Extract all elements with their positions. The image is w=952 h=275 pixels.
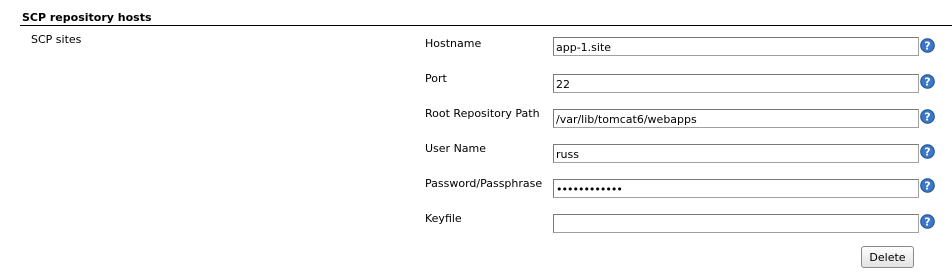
delete-button[interactable]: Delete: [861, 246, 914, 268]
help-icon[interactable]: ?: [920, 144, 935, 159]
password-label: Password/Passphrase: [425, 177, 543, 190]
svg-text:?: ?: [924, 110, 930, 123]
port-label: Port: [425, 72, 447, 85]
scp-sites-label: SCP sites: [31, 33, 82, 46]
hostname-label: Hostname: [425, 37, 482, 50]
help-icon[interactable]: ?: [920, 214, 935, 229]
svg-text:?: ?: [924, 39, 930, 52]
help-icon[interactable]: ?: [920, 178, 935, 193]
help-icon[interactable]: ?: [920, 74, 935, 89]
port-input[interactable]: [553, 74, 919, 93]
svg-text:?: ?: [924, 215, 930, 228]
hostname-input[interactable]: [553, 37, 919, 56]
section-title: SCP repository hosts: [22, 11, 152, 24]
keyfile-label: Keyfile: [425, 212, 462, 225]
password-input[interactable]: [553, 179, 919, 198]
root-repository-path-input[interactable]: [553, 109, 919, 128]
user-name-input[interactable]: [553, 144, 919, 163]
help-icon[interactable]: ?: [920, 109, 935, 124]
section-divider: [20, 25, 952, 26]
help-icon[interactable]: ?: [920, 38, 935, 53]
svg-text:?: ?: [924, 179, 930, 192]
svg-text:?: ?: [924, 145, 930, 158]
svg-text:?: ?: [924, 75, 930, 88]
keyfile-input[interactable]: [553, 214, 919, 233]
user-name-label: User Name: [425, 142, 487, 155]
root-repository-path-label: Root Repository Path: [425, 107, 540, 120]
